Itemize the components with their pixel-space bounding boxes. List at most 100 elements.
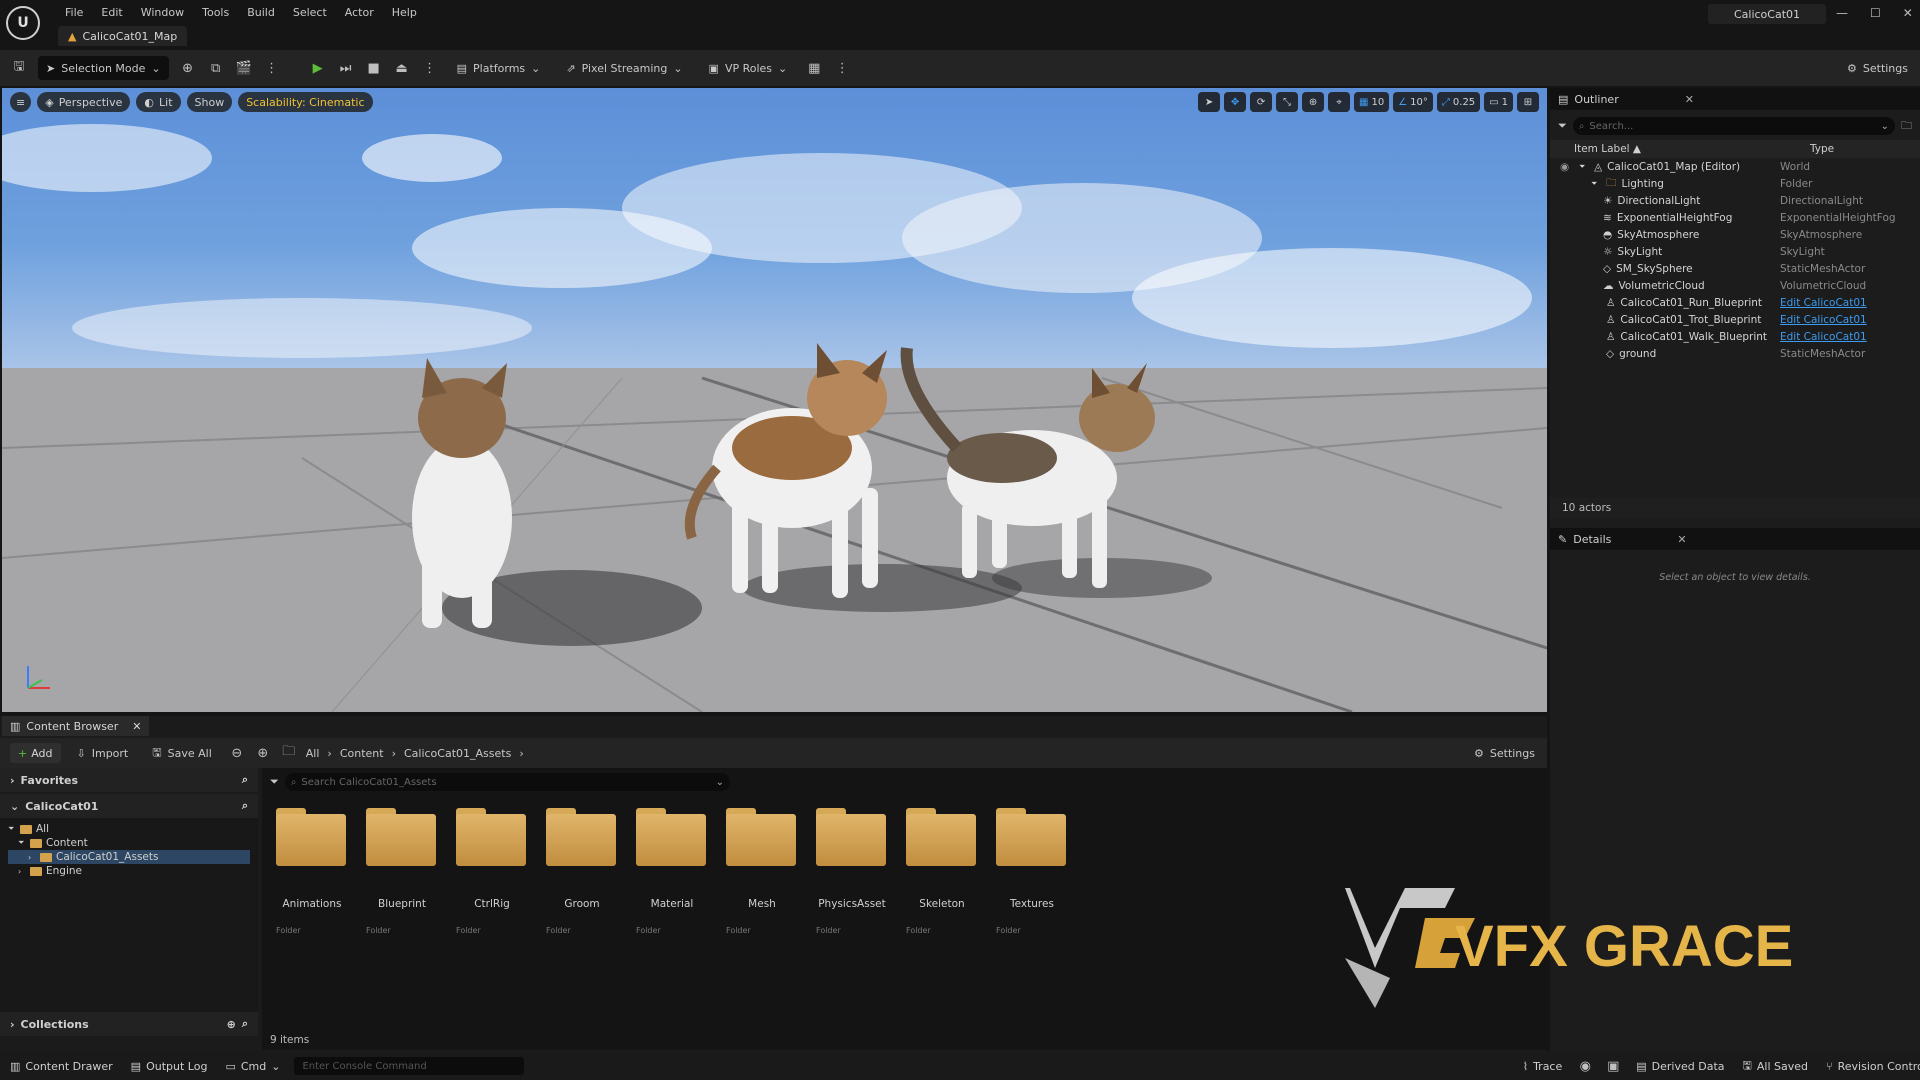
surface-snap-icon[interactable]: ⌖	[1328, 92, 1351, 112]
asset-folder-tile[interactable]: Mesh Folder	[720, 800, 800, 935]
expand-arrow-icon[interactable]: ⏷	[1579, 162, 1589, 172]
outliner-tab[interactable]: ▤ Outliner ✕	[1550, 88, 1920, 110]
asset-folder-tile[interactable]: CtrlRig Folder	[450, 800, 530, 935]
save-all-button[interactable]: 🖫 Save All	[144, 741, 220, 765]
translate-icon[interactable]: ✥	[1224, 92, 1247, 112]
edit-blueprint-link[interactable]: Edit CalicoCat01	[1780, 314, 1910, 326]
selection-mode-dropdown[interactable]: ➤ Selection Mode ⌄	[38, 56, 169, 80]
cinematics-icon[interactable]: 🎬	[235, 59, 253, 77]
minimize-icon[interactable]: —	[1836, 6, 1848, 20]
menu-select[interactable]: Select	[284, 4, 336, 21]
viewport-menu-button[interactable]: ≡	[10, 92, 32, 112]
content-browser-tab[interactable]: ▥ Content Browser ✕	[2, 716, 150, 736]
map-tab[interactable]: ▲ CalicoCat01_Map	[58, 26, 188, 46]
camera-speed-button[interactable]: ▭ 1	[1484, 92, 1513, 112]
asset-folder-tile[interactable]: Animations Folder	[270, 800, 350, 935]
folder-tree-item[interactable]: ⏷ Content	[8, 836, 250, 850]
scale-icon[interactable]: ⤡	[1276, 92, 1299, 112]
expand-arrow-icon[interactable]: ⏷	[18, 838, 26, 848]
breadcrumb-all[interactable]: All	[306, 747, 320, 760]
expand-arrow-icon[interactable]: ⏷	[8, 824, 16, 834]
menu-help[interactable]: Help	[383, 4, 426, 21]
trace-button[interactable]: ⌇ Trace	[1519, 1054, 1567, 1078]
derived-data-button[interactable]: ▤ Derived Data	[1632, 1054, 1728, 1078]
close-icon[interactable]: ✕	[1685, 93, 1694, 106]
expand-arrow-icon[interactable]: ⏷	[1591, 179, 1601, 189]
expand-arrow-icon[interactable]: ›	[18, 867, 26, 876]
scalability-warning[interactable]: Scalability: Cinematic	[238, 92, 373, 112]
outliner-row[interactable]: ◇ SM_SkySphere StaticMeshActor	[1550, 260, 1920, 277]
snapshot-icon[interactable]: ▣	[1604, 1057, 1622, 1075]
outliner-row[interactable]: ≋ ExponentialHeightFog ExponentialHeightFo…	[1550, 209, 1920, 226]
folder-tree-item[interactable]: ⏷ All	[8, 822, 250, 836]
edit-blueprint-link[interactable]: Edit CalicoCat01	[1780, 297, 1910, 309]
filter-icon[interactable]: ⏷	[1558, 119, 1567, 133]
play-icon[interactable]: ▶	[309, 59, 327, 77]
advance-frame-icon[interactable]: ⏭	[337, 59, 355, 77]
play-options-icon[interactable]: ⋮	[421, 59, 439, 77]
outliner-row[interactable]: ☼ SkyLight SkyLight	[1550, 243, 1920, 260]
menu-window[interactable]: Window	[132, 4, 193, 21]
favorites-section[interactable]: › Favorites ⌕	[0, 768, 258, 792]
content-drawer-button[interactable]: ▥ Content Drawer	[6, 1054, 117, 1078]
edit-blueprint-link[interactable]: Edit CalicoCat01	[1780, 331, 1910, 343]
expand-arrow-icon[interactable]: ›	[28, 853, 36, 862]
vp-roles-dropdown[interactable]: ▣ VP Roles ⌄	[701, 56, 796, 80]
save-icon[interactable]: 🖫	[10, 59, 28, 77]
all-saved-button[interactable]: 🖫 All Saved	[1739, 1054, 1813, 1078]
modes-icon[interactable]: ⋮	[263, 59, 281, 77]
add-button[interactable]: + Add	[10, 743, 61, 763]
menu-actor[interactable]: Actor	[336, 4, 383, 21]
folder-tree-item[interactable]: › Engine	[8, 864, 250, 878]
maximize-icon[interactable]: ☐	[1870, 6, 1881, 20]
viewport-layout-icon[interactable]: ⊞	[1517, 92, 1539, 112]
search-icon[interactable]: ⌕	[242, 799, 248, 813]
outliner-row[interactable]: ♙ CalicoCat01_Walk_Blueprint Edit CalicoCa…	[1550, 328, 1920, 345]
visibility-icon[interactable]: ◉	[1560, 161, 1574, 173]
outliner-row[interactable]: ⏷ 🗀 Lighting Folder	[1550, 175, 1920, 192]
grid-snap-button[interactable]: ▦ 10	[1354, 92, 1390, 112]
forward-icon[interactable]: ⊕	[254, 744, 272, 762]
search-icon[interactable]: ⌕	[242, 773, 248, 787]
details-tab[interactable]: ✎ Details ✕	[1550, 528, 1920, 550]
more-options-icon[interactable]: ⋮	[833, 59, 851, 77]
rotation-snap-button[interactable]: ∠ 10°	[1393, 92, 1433, 112]
level-viewport[interactable]: ≡ ◈ Perspective ◐ Lit Show Scalability: …	[2, 88, 1547, 712]
perspective-button[interactable]: ◈ Perspective	[37, 92, 131, 112]
show-button[interactable]: Show	[186, 92, 233, 112]
outliner-row[interactable]: ◓ SkyAtmosphere SkyAtmosphere	[1550, 226, 1920, 243]
asset-folder-tile[interactable]: Blueprint Folder	[360, 800, 440, 935]
blueprint-menu-icon[interactable]: ⧉	[207, 59, 225, 77]
asset-folder-tile[interactable]: Material Folder	[630, 800, 710, 935]
asset-folder-tile[interactable]: Groom Folder	[540, 800, 620, 935]
asset-folder-tile[interactable]: Skeleton Folder	[900, 800, 980, 935]
outliner-row[interactable]: ◉ ⏷ ◬ CalicoCat01_Map (Editor) World	[1550, 158, 1920, 175]
outliner-row[interactable]: ♙ CalicoCat01_Run_Blueprint Edit CalicoCat…	[1550, 294, 1920, 311]
collections-section[interactable]: › Collections ⊕ ⌕	[0, 1012, 258, 1036]
outliner-row[interactable]: ♙ CalicoCat01_Trot_Blueprint Edit CalicoCa…	[1550, 311, 1920, 328]
extra-tool-icon[interactable]: ▦	[805, 59, 823, 77]
stop-icon[interactable]: ■	[365, 59, 383, 77]
menu-edit[interactable]: Edit	[92, 4, 131, 21]
add-folder-icon[interactable]: 🗀	[1901, 117, 1912, 136]
outliner-row[interactable]: ☀ DirectionalLight DirectionalLight	[1550, 192, 1920, 209]
menu-tools[interactable]: Tools	[193, 4, 238, 21]
revision-control-button[interactable]: ⑂ Revision Control	[1822, 1054, 1920, 1078]
scale-snap-button[interactable]: ⤢ 0.25	[1436, 92, 1481, 112]
type-column-header[interactable]: Type	[1810, 143, 1834, 155]
project-section[interactable]: ⌄ CalicoCat01 ⌕	[0, 794, 258, 818]
asset-folder-tile[interactable]: Textures Folder	[990, 800, 1070, 935]
unreal-logo-icon[interactable]: U	[6, 6, 40, 40]
platforms-dropdown[interactable]: ▤ Platforms ⌄	[449, 56, 549, 80]
breadcrumb-assets[interactable]: CalicoCat01_Assets	[404, 747, 511, 760]
outliner-search-input[interactable]: ⌕ Search... ⌄	[1572, 117, 1895, 135]
lit-button[interactable]: ◐ Lit	[136, 92, 181, 112]
folder-tree-item[interactable]: › CalicoCat01_Assets	[8, 850, 250, 864]
toolbar-settings-button[interactable]: ⚙ Settings	[1839, 56, 1916, 80]
output-log-button[interactable]: ▤ Output Log	[127, 1054, 212, 1078]
breadcrumb-content[interactable]: Content	[340, 747, 384, 760]
select-mode-icon[interactable]: ➤	[1198, 92, 1221, 112]
close-icon[interactable]: ✕	[1677, 533, 1686, 546]
record-icon[interactable]: ◉	[1576, 1057, 1594, 1075]
close-window-icon[interactable]: ✕	[1903, 6, 1913, 20]
